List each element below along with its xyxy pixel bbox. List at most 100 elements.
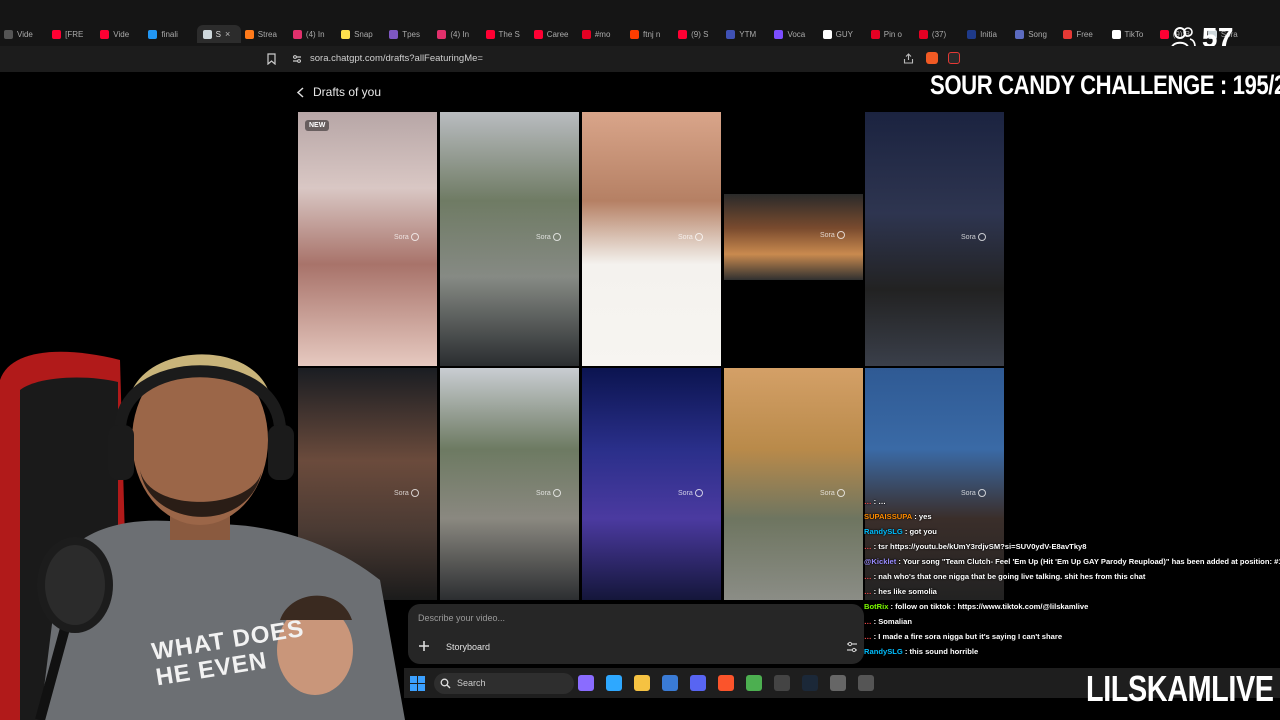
streamer-name: LILSKAMLIVE [1086, 668, 1274, 709]
taskbar-search[interactable] [434, 673, 574, 694]
stream-chat: …: … SUPAISSUPA: yes RandySLG: got you…: t… [864, 494, 1280, 666]
browser-tab[interactable]: (37) [918, 25, 963, 43]
chat-username[interactable]: … [864, 542, 872, 551]
discord-icon[interactable] [662, 675, 678, 691]
obs-icon[interactable] [746, 675, 762, 691]
brave-icon[interactable] [690, 675, 706, 691]
browser-tab[interactable]: (4) In [292, 25, 337, 43]
generic-icon [630, 29, 639, 39]
browser-tab[interactable]: Strea [244, 25, 289, 43]
chat-username[interactable]: … [864, 617, 872, 626]
browser-tab[interactable]: (9) S [678, 25, 722, 43]
sora-logo-icon [977, 233, 986, 241]
sora-watermark: Sora [536, 489, 561, 497]
steam-icon[interactable] [774, 675, 790, 691]
browser-tab[interactable]: Initia [967, 25, 1011, 43]
browser-tab[interactable]: The S [485, 25, 530, 43]
chrome-icon[interactable] [718, 675, 734, 691]
sora-watermark: Sora [678, 489, 703, 497]
browser-tab[interactable]: Caree [533, 25, 578, 43]
browser-tab[interactable]: TikTo [1111, 25, 1156, 43]
copilot-icon[interactable] [578, 675, 594, 691]
browser-tab[interactable]: Snap [341, 25, 385, 43]
browser-tab[interactable]: #mo [581, 25, 626, 43]
generic-icon [967, 29, 977, 39]
chat-username[interactable]: RandySLG [864, 647, 903, 656]
chat-username[interactable]: … [864, 572, 872, 581]
youtube-icon [100, 29, 110, 39]
sora-logo-icon [410, 489, 419, 497]
sora-logo-icon [694, 489, 703, 497]
sora-logo-icon [694, 233, 703, 241]
add-media-icon[interactable] [418, 640, 430, 652]
browser-tab[interactable]: Free [1063, 25, 1107, 43]
sora-watermark-label: Sora [536, 233, 551, 241]
google-icon [822, 29, 832, 39]
file-explorer-icon[interactable] [606, 675, 622, 691]
draft-bigfoot-road[interactable] [440, 368, 579, 600]
chat-username[interactable]: … [864, 497, 872, 506]
browser-tab[interactable]: Vide [4, 25, 48, 43]
browser-tab[interactable]: YTM [726, 25, 770, 43]
browser-tab-strip: Vide [FRE Vide finali S × Strea (4) In Snap Tpes(… [0, 0, 1280, 46]
chat-username[interactable]: … [864, 632, 872, 641]
browser-tab[interactable]: Voca [774, 25, 818, 43]
browser-tab-label: (4) In [450, 29, 470, 39]
browser-tab-label: Strea [257, 29, 277, 39]
settings-icon[interactable] [846, 641, 858, 653]
sora-watermark: Sora [820, 489, 845, 497]
search-icon [440, 678, 451, 689]
4k-icon[interactable] [830, 675, 846, 691]
youtube-icon [1159, 29, 1169, 39]
windows-start-icon[interactable] [410, 676, 425, 691]
browser-tab[interactable]: Pin o [870, 25, 915, 43]
challenge-counter: SOUR CANDY CHALLENGE : 195/250 [930, 70, 1280, 100]
prompt-input[interactable]: Describe your video... [418, 613, 505, 623]
pinterest-icon [870, 29, 880, 39]
browser-tab-label: (37) [931, 29, 947, 39]
browser-tab[interactable]: S × [196, 25, 241, 43]
browser-tab-label: TikTo [1124, 29, 1144, 39]
browser-tab[interactable]: [FRE [52, 25, 96, 43]
browser-tab-label: Song [1028, 29, 1047, 39]
site-settings-icon[interactable] [292, 54, 302, 64]
sora-watermark-label: Sora [678, 233, 693, 241]
storyboard-button[interactable]: Storyboard [440, 638, 496, 656]
sora-logo-icon [410, 233, 419, 241]
draft-swing-park[interactable] [724, 368, 863, 600]
browser-tab[interactable]: GUY [822, 25, 867, 43]
back-arrow-icon[interactable] [296, 87, 305, 98]
chat-text: : I made a fire sora nigga but it's sayi… [873, 632, 1063, 641]
browser-tab[interactable]: Vide [100, 25, 144, 43]
close-tab-icon[interactable]: × [225, 29, 230, 39]
sora-logo-icon [836, 231, 845, 239]
chat-username[interactable]: RandySLG [864, 527, 903, 536]
chat-message: …: … [864, 494, 1280, 509]
url-field[interactable]: sora.chatgpt.com/drafts?allFeaturingMe= [310, 53, 483, 64]
draft-wrestling-arena[interactable] [582, 368, 721, 600]
extension-badge-icon[interactable] [948, 52, 960, 64]
browser-tab[interactable]: (4) In [437, 25, 481, 43]
browser-tab[interactable]: Song [1015, 25, 1059, 43]
browser-tab[interactable]: ftnj n [630, 25, 674, 43]
chat-text: : got you [904, 527, 937, 536]
generic-icon [389, 29, 399, 39]
share-icon[interactable] [903, 53, 914, 64]
browser-tab[interactable]: finali [148, 25, 192, 43]
chat-username[interactable]: SUPAISSUPA [864, 512, 912, 521]
document-icon[interactable] [858, 675, 874, 691]
browser-tab-label: #mo [594, 29, 611, 39]
generic-icon [148, 29, 158, 39]
brave-shield-icon[interactable] [926, 52, 938, 64]
chat-text: : follow on tiktok : https://www.tiktok.… [890, 602, 1089, 611]
chat-username[interactable]: @Kicklet [864, 557, 896, 566]
app-icon[interactable] [802, 675, 818, 691]
chat-text: : hes like somolia [873, 587, 937, 596]
youtube-icon [485, 29, 495, 39]
browser-tab[interactable]: Tpes [389, 25, 433, 43]
store-icon[interactable] [634, 675, 650, 691]
browser-tab-label: The S [498, 29, 520, 39]
bookmark-icon[interactable] [267, 53, 276, 65]
chat-username[interactable]: … [864, 587, 872, 596]
chat-username[interactable]: BotRix [864, 602, 888, 611]
